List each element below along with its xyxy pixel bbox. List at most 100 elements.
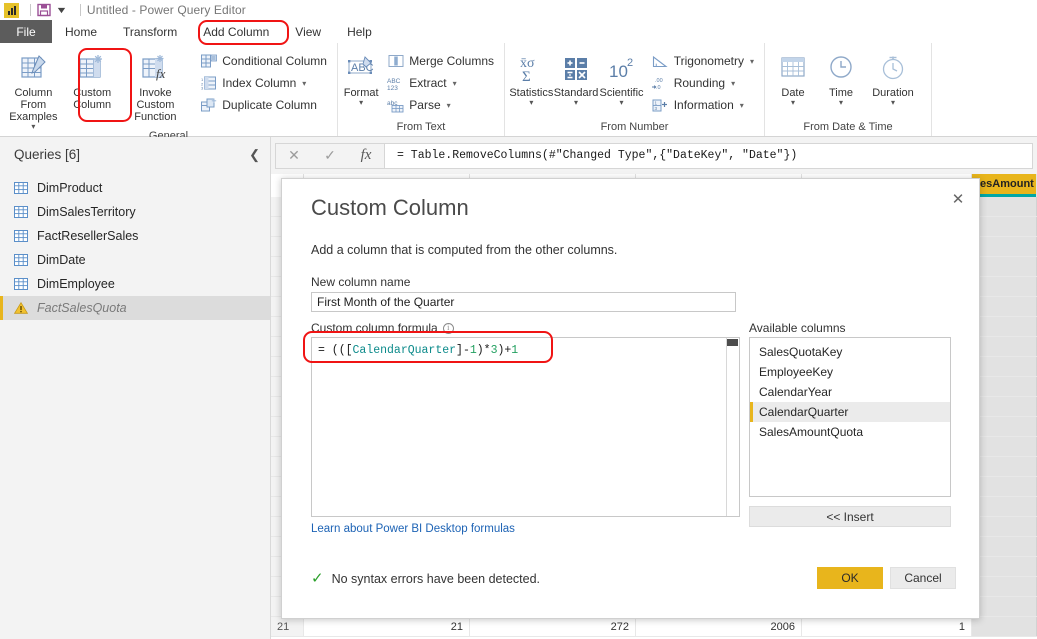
trigonometry-label: Trigonometry: [673, 54, 744, 68]
time-button[interactable]: Time ▾: [817, 48, 865, 107]
available-column-item[interactable]: SalesQuotaKey: [750, 342, 950, 362]
chevron-down-icon[interactable]: ▾: [447, 101, 451, 110]
index-column-button[interactable]: 1 2 3 Index Column ▾: [197, 72, 333, 94]
table-icon: [14, 182, 28, 194]
divider: [30, 4, 31, 16]
chevron-down-icon[interactable]: ▾: [453, 79, 457, 88]
query-item-dimproduct[interactable]: DimProduct: [0, 176, 270, 200]
custom-column-formula-label: Custom column formula i: [311, 321, 454, 335]
title-bar: ▼ Untitled - Power Query Editor: [0, 0, 1037, 20]
new-column-name-input[interactable]: [311, 292, 736, 312]
available-column-item-selected[interactable]: CalendarQuarter: [750, 402, 950, 422]
tab-transform[interactable]: Transform: [110, 20, 190, 43]
statistics-sigma-icon: x̄σ Σ: [514, 51, 548, 85]
chevron-down-icon[interactable]: ▾: [302, 79, 306, 88]
chevron-down-icon[interactable]: ▾: [740, 101, 744, 110]
cancel-button[interactable]: Cancel: [890, 567, 956, 589]
custom-column-formula-text: = (([CalendarQuarter]-1)*3)+1: [312, 338, 739, 363]
new-column-name-label: New column name: [311, 275, 411, 289]
tab-view[interactable]: View: [282, 20, 334, 43]
tab-help[interactable]: Help: [334, 20, 385, 43]
chevron-down-icon[interactable]: ▾: [750, 57, 754, 66]
available-columns-list: SalesQuotaKey EmployeeKey CalendarYear C…: [749, 337, 951, 497]
chevron-down-icon[interactable]: ▾: [359, 99, 363, 107]
duration-button[interactable]: Duration ▾: [865, 48, 921, 107]
grid-header-salesamountquota[interactable]: lesAmount: [972, 174, 1037, 194]
extract-label: Extract: [409, 76, 447, 90]
table-cell: [972, 617, 1037, 636]
close-icon[interactable]: ✕: [276, 143, 312, 169]
trigonometry-button[interactable]: Trigonometry ▾: [649, 50, 760, 72]
tab-file[interactable]: File: [0, 20, 52, 43]
info-icon[interactable]: i: [442, 322, 454, 334]
ok-button[interactable]: OK: [817, 567, 883, 589]
table-icon: [14, 230, 28, 242]
check-icon[interactable]: ✓: [312, 143, 348, 169]
scientific-button[interactable]: 10 2 Scientific ▾: [598, 48, 644, 107]
query-item-factsalesquota[interactable]: FactSalesQuota: [0, 296, 270, 320]
date-button[interactable]: Date ▾: [769, 48, 817, 107]
svg-text:.00: .00: [655, 78, 663, 84]
information-button[interactable]: 1 3 Information ▾: [649, 94, 760, 116]
from-text-small-buttons: Merge Columns ABC 123 Extract ▾ abc Pars…: [384, 48, 500, 116]
query-item-label: FactSalesQuota: [37, 301, 127, 315]
query-item-label: DimEmployee: [37, 277, 115, 291]
chevron-down-icon[interactable]: ▼: [55, 5, 67, 15]
duplicate-column-button[interactable]: Duplicate Column: [197, 94, 333, 116]
chevron-left-icon[interactable]: ❮: [249, 148, 260, 161]
tab-home[interactable]: Home: [52, 20, 110, 43]
chevron-down-icon[interactable]: ▾: [839, 99, 843, 107]
chevron-down-icon[interactable]: ▾: [731, 79, 735, 88]
fx-icon[interactable]: fx: [348, 143, 384, 169]
invoke-custom-function-button[interactable]: fx Invoke Custom Function: [122, 48, 190, 123]
save-icon[interactable]: [37, 3, 51, 17]
formula-token: )+: [497, 344, 512, 357]
ribbon-group-from-date-time-label: From Date & Time: [803, 121, 893, 133]
format-button[interactable]: ABC Format ▾: [342, 48, 380, 107]
formula-scrollbar[interactable]: [726, 338, 739, 516]
chevron-down-icon[interactable]: ▾: [620, 99, 624, 107]
tab-add-column[interactable]: Add Column: [190, 20, 283, 43]
custom-column-icon: [77, 51, 107, 85]
table-icon: [14, 278, 28, 290]
conditional-column-button[interactable]: Conditional Column: [197, 50, 333, 72]
insert-button[interactable]: << Insert: [749, 506, 951, 527]
custom-column-button[interactable]: Custom Column: [63, 48, 122, 111]
custom-column-formula-box[interactable]: = (([CalendarQuarter]-1)*3)+1: [311, 337, 740, 517]
available-column-item[interactable]: CalendarYear: [750, 382, 950, 402]
queries-pane-header: Queries [6] ❮: [0, 137, 270, 172]
formula-input[interactable]: = Table.RemoveColumns(#"Changed Type",{"…: [384, 142, 1033, 169]
statistics-button[interactable]: x̄σ Σ Statistics ▾: [509, 48, 554, 107]
query-item-dimsalesterritory[interactable]: DimSalesTerritory: [0, 200, 270, 224]
merge-columns-button[interactable]: Merge Columns: [384, 50, 500, 72]
query-item-label: DimSalesTerritory: [37, 205, 136, 219]
chevron-down-icon[interactable]: ▾: [574, 99, 578, 107]
query-item-dimemployee[interactable]: DimEmployee: [0, 272, 270, 296]
warning-icon: [13, 301, 29, 314]
extract-button[interactable]: ABC 123 Extract ▾: [384, 72, 500, 94]
chevron-down-icon[interactable]: ▾: [31, 123, 35, 131]
table-icon: [14, 254, 28, 266]
scrollbar-thumb[interactable]: [727, 339, 738, 346]
index-column-icon: 1 2 3: [200, 75, 217, 91]
rounding-button[interactable]: .00 .0 Rounding ▾: [649, 72, 760, 94]
information-icon: 1 3: [652, 97, 669, 113]
learn-formulas-link[interactable]: Learn about Power BI Desktop formulas: [311, 523, 515, 535]
formula-bar-buttons: ✕ ✓ fx: [275, 142, 384, 169]
extract-abc123-icon: ABC 123: [387, 75, 404, 91]
close-icon[interactable]: ✕: [945, 187, 971, 211]
column-from-examples-button[interactable]: Column From Examples ▾: [4, 48, 63, 131]
table-row-last[interactable]: 21 21 272 2006 1: [271, 617, 1037, 637]
query-item-factresellersales[interactable]: FactResellerSales: [0, 224, 270, 248]
format-abc-icon: ABC: [345, 51, 377, 85]
chevron-down-icon[interactable]: ▾: [891, 99, 895, 107]
available-column-item[interactable]: EmployeeKey: [750, 362, 950, 382]
standard-button[interactable]: Standard ▾: [554, 48, 599, 107]
table-cell: 21: [304, 617, 470, 636]
chevron-down-icon[interactable]: ▾: [529, 99, 533, 107]
query-item-dimdate[interactable]: DimDate: [0, 248, 270, 272]
chevron-down-icon[interactable]: ▾: [791, 99, 795, 107]
invoke-custom-function-label: Invoke Custom Function: [134, 87, 177, 123]
available-column-item[interactable]: SalesAmountQuota: [750, 422, 950, 442]
parse-button[interactable]: abc Parse ▾: [384, 94, 500, 116]
